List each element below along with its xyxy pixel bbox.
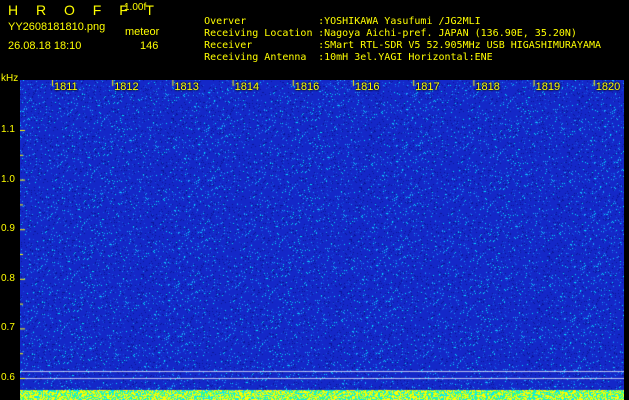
x-tick-label: 1818	[475, 81, 500, 93]
y-tick-label: 0.7	[1, 322, 15, 334]
spectrogram-canvas	[20, 80, 624, 400]
y-tick-label: 0.8	[1, 272, 15, 284]
x-tick-label: 1817	[415, 81, 440, 93]
y-tick-label: 0.9	[1, 223, 15, 235]
x-tick-label: 1816	[355, 81, 380, 93]
x-tick-label: 1812	[114, 81, 139, 93]
event-count: 146	[140, 40, 159, 52]
y-axis-label: kHz	[1, 73, 19, 84]
spectrogram	[20, 80, 624, 400]
info-value: 10mH 3el.YAGI Horizontal:ENE	[324, 52, 493, 63]
x-tick-label: 1813	[174, 81, 199, 93]
info-antenna: Receiving Antenna:10mH 3el.YAGI Horizont…	[204, 52, 493, 63]
y-tick-label: 1.0	[1, 173, 15, 185]
header-panel: H R O F F T 1.00f YY2608181810.png meteo…	[0, 0, 629, 78]
y-tick-label: 1.1	[1, 124, 15, 135]
date-time: 26.08.18 18:10	[8, 40, 82, 52]
info-label: Receiving Antenna	[204, 52, 307, 63]
file-name: YY2608181810.png	[8, 21, 106, 33]
x-tick-label: 1814	[234, 81, 260, 93]
x-tick-label: 1820	[595, 81, 621, 93]
x-tick-label: 1819	[535, 81, 561, 93]
app-version: 1.00f	[124, 2, 147, 13]
event-type-label: meteor	[125, 26, 160, 38]
x-tick-label: 1816	[294, 81, 320, 93]
x-tick-label: 1811	[54, 81, 78, 93]
y-tick-label: 0.6	[1, 372, 15, 383]
